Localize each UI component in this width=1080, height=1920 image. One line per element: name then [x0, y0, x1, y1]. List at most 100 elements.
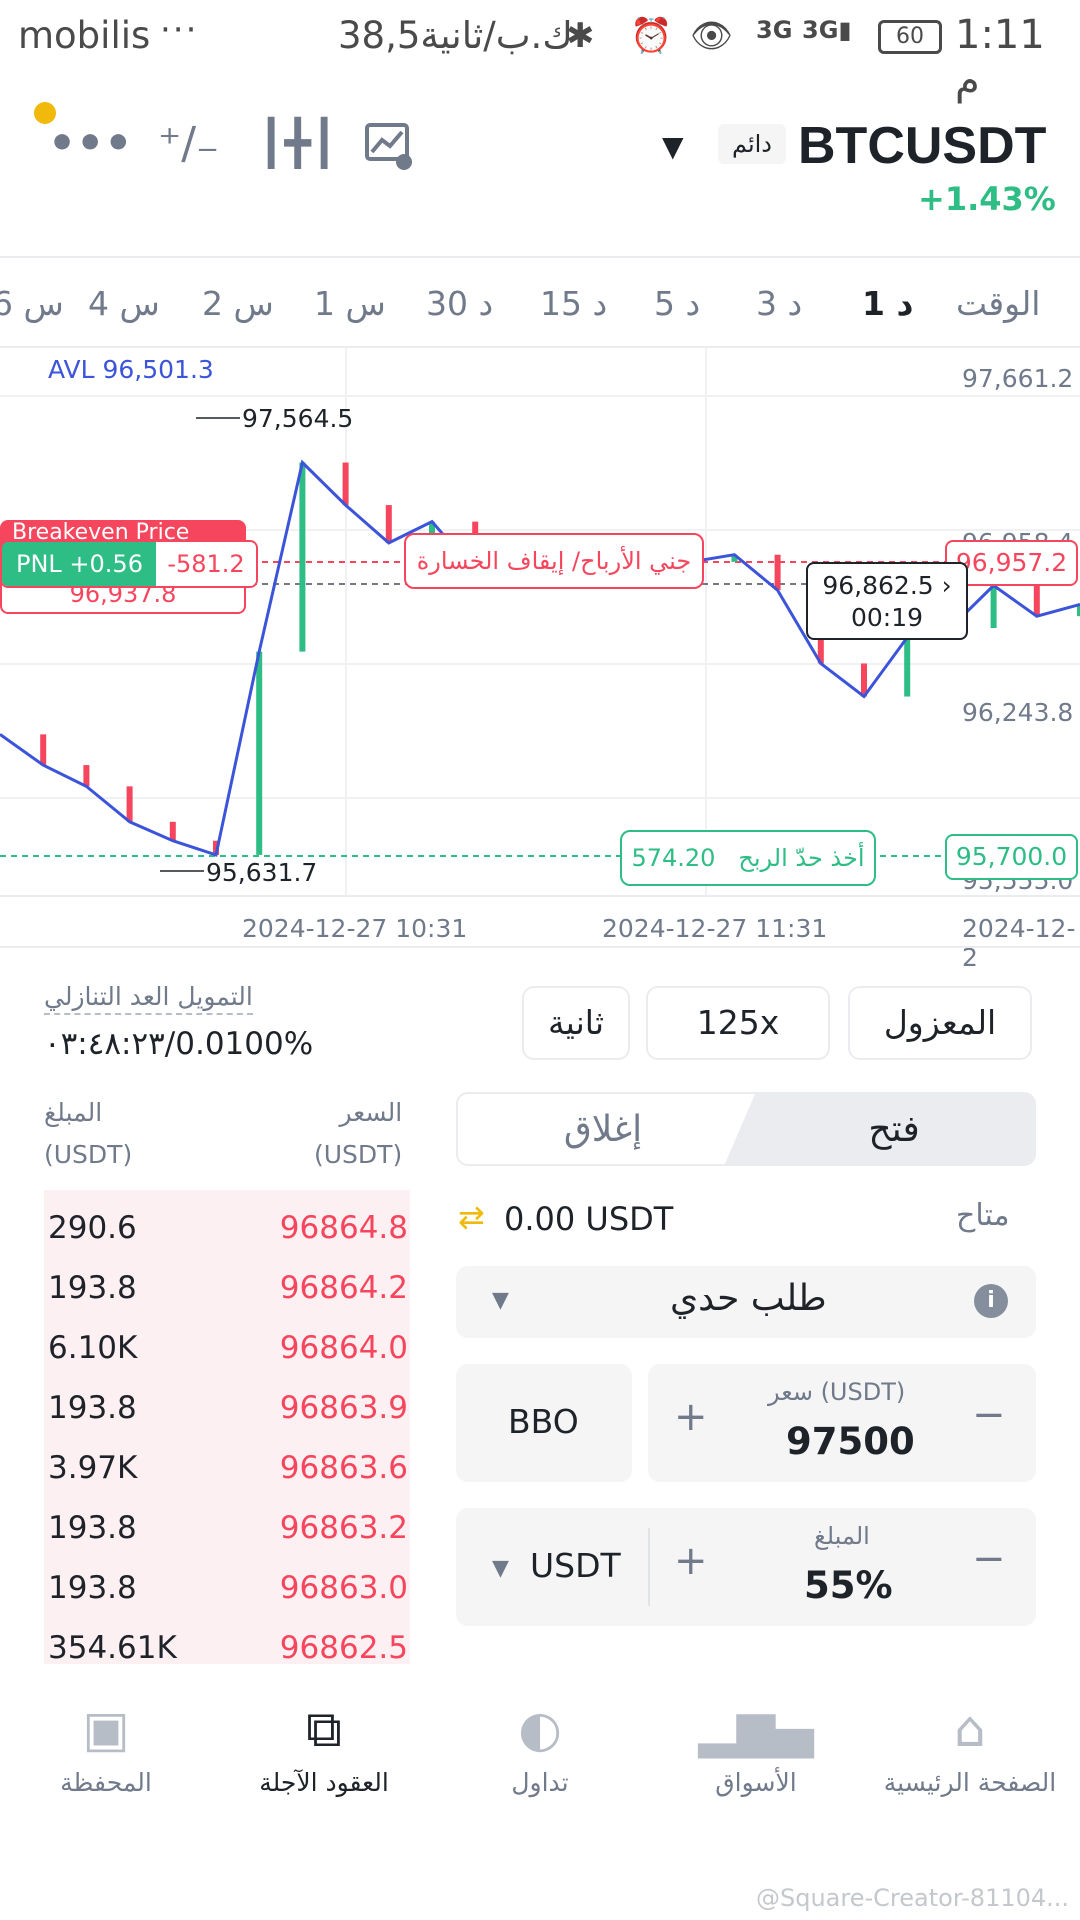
- nav-markets[interactable]: ▂▆▄ الأسواق: [656, 1700, 856, 1797]
- chevron-down-icon: ▼: [492, 1288, 509, 1313]
- tp-price-tag: 95,700.0: [945, 834, 1078, 880]
- ob-amount: 3.97K: [48, 1450, 138, 1486]
- bbo-button[interactable]: BBO: [456, 1364, 632, 1482]
- order-book-row[interactable]: 6.10K 96864.0: [48, 1320, 408, 1376]
- price-chart[interactable]: [0, 348, 1080, 948]
- candle: [169, 821, 176, 841]
- alarm-icon: ⏰: [630, 16, 673, 56]
- order-book-row[interactable]: 354.61K 96862.5: [48, 1620, 408, 1676]
- tab-3m[interactable]: 3 د: [756, 284, 802, 323]
- tab-1h[interactable]: 1 س: [314, 284, 386, 323]
- candle: [904, 637, 911, 697]
- order-book-row[interactable]: 290.6 96864.8: [48, 1200, 408, 1256]
- ob-amount: 193.8: [48, 1570, 137, 1606]
- candle: [990, 585, 997, 628]
- candlestick-icon[interactable]: ┃╋┃: [258, 118, 337, 170]
- take-profit-tag[interactable]: 574.20 أخذ حدّ الربح: [620, 830, 876, 886]
- tab-close[interactable]: إغلاق: [458, 1094, 748, 1164]
- tab-time[interactable]: الوقت: [956, 284, 1040, 323]
- signal-bars-icon: 3G▮: [802, 16, 852, 44]
- nav-home-label: الصفحة الرئيسية: [883, 1768, 1057, 1797]
- price-header: السعر (USDT): [314, 1092, 402, 1176]
- ob-price: 96863.6: [279, 1450, 408, 1486]
- wallet-icon: ▣: [82, 1700, 130, 1758]
- tab-4h[interactable]: 4 س: [88, 284, 160, 323]
- avl-label: AVL 96,501.3: [48, 355, 214, 384]
- current-price: 96,862.5: [822, 571, 934, 600]
- info-icon[interactable]: i: [974, 1284, 1008, 1318]
- home-icon: ⌂: [954, 1700, 986, 1758]
- amount-input-value: 55%: [804, 1564, 893, 1607]
- plus-icon[interactable]: +: [674, 1538, 708, 1584]
- ob-amount: 193.8: [48, 1510, 137, 1546]
- leverage-button[interactable]: 125x: [646, 986, 830, 1060]
- clock: 1:11 م: [955, 12, 1045, 104]
- plus-icon[interactable]: +: [674, 1394, 708, 1440]
- margin-mode-button[interactable]: المعزول: [848, 986, 1032, 1060]
- tp-label: أخذ حدّ الربح: [738, 844, 865, 872]
- amount-input-label: المبلغ: [814, 1522, 870, 1550]
- tpsl-button[interactable]: جني الأرباح/ إيقاف الخسارة: [404, 533, 704, 589]
- transfer-icon[interactable]: ⇄: [458, 1198, 485, 1236]
- tab-30m[interactable]: 30 د: [426, 284, 493, 323]
- order-type-select[interactable]: ▼ طلب حدي: [456, 1266, 1036, 1338]
- calculator-icon[interactable]: ⁺∕₋: [158, 118, 219, 170]
- tab-6h[interactable]: 6 س: [0, 284, 64, 323]
- tab-1m[interactable]: 1 د: [862, 284, 913, 323]
- order-book-row[interactable]: 3.97K 96863.6: [48, 1440, 408, 1496]
- ob-amount: 290.6: [48, 1210, 137, 1246]
- markets-icon: ▂▆▄: [698, 1700, 814, 1758]
- ob-price: 96863.2: [279, 1510, 408, 1546]
- available-balance: 0.00 USDT: [504, 1200, 674, 1238]
- chart-divider: [0, 946, 1080, 948]
- order-book-row[interactable]: 193.8 96863.0: [48, 1560, 408, 1616]
- nav-wallet-label: المحفظة: [60, 1768, 152, 1797]
- ob-price: 96863.9: [279, 1390, 408, 1426]
- order-book-row[interactable]: 193.8 96863.9: [48, 1380, 408, 1436]
- nav-futures-label: العقود الآجلة: [259, 1768, 389, 1797]
- axis-price-top: 97,661.2: [962, 364, 1074, 393]
- watermark: @Square-Creator-81104...: [756, 1884, 1070, 1912]
- order-book-row[interactable]: 193.8 96864.2: [48, 1260, 408, 1316]
- tab-2h[interactable]: 2 س: [202, 284, 274, 323]
- nav-trade[interactable]: ◐ تداول: [440, 1700, 640, 1797]
- price-change: +1.43%: [918, 180, 1056, 218]
- chart-settings-icon[interactable]: [364, 122, 414, 172]
- high-label: 97,564.5: [242, 404, 354, 433]
- unit-button[interactable]: ثانية: [522, 986, 630, 1060]
- minus-icon[interactable]: −: [972, 1392, 1006, 1438]
- nav-wallet[interactable]: ▣ المحفظة: [6, 1700, 206, 1797]
- candle-countdown: 00:19: [850, 603, 924, 632]
- unit-dropdown-icon[interactable]: ▼: [492, 1556, 509, 1581]
- axis-date-3: 2024-12-2: [962, 914, 1076, 972]
- nav-futures[interactable]: ⧉ العقود الآجلة: [224, 1700, 424, 1797]
- status-bar: mobilis ··· 38,5ك.ب/ثانية ✱ ⏰ 👁 3G 3G▮ 6…: [0, 0, 1080, 104]
- price-input[interactable]: + سعر (USDT) 97500 −: [648, 1364, 1036, 1482]
- tab-15m[interactable]: 15 د: [540, 284, 607, 323]
- symbol-title[interactable]: BTCUSDT: [798, 116, 1046, 176]
- minus-icon[interactable]: −: [972, 1536, 1006, 1582]
- carrier-name: mobilis: [18, 14, 151, 57]
- header-divider: [0, 256, 1080, 258]
- candle: [1033, 585, 1040, 617]
- pnl-badge[interactable]: PNL +0.56 -581.2: [0, 540, 258, 588]
- tab-5m[interactable]: 5 د: [654, 284, 700, 323]
- nav-home[interactable]: ⌂ الصفحة الرئيسية: [870, 1700, 1070, 1797]
- amount-input[interactable]: ▼ USDT + المبلغ 55% −: [456, 1508, 1036, 1626]
- ob-price: 96864.8: [279, 1210, 408, 1246]
- candle: [299, 462, 306, 652]
- tp-value: 574.20: [631, 844, 716, 872]
- ob-price: 96864.2: [279, 1270, 408, 1306]
- ob-amount: 6.10K: [48, 1330, 138, 1366]
- order-book-row[interactable]: 193.8 96863.2: [48, 1500, 408, 1556]
- pnl-value: PNL +0.56: [2, 542, 156, 586]
- amount-unit[interactable]: USDT: [530, 1546, 621, 1585]
- candle: [83, 765, 90, 787]
- symbol-dropdown-icon[interactable]: ▼: [662, 130, 684, 163]
- ob-price: 96863.0: [279, 1570, 408, 1606]
- ob-amount: 354.61K: [48, 1630, 177, 1666]
- more-menu-icon[interactable]: •••: [48, 118, 132, 170]
- funding-label[interactable]: التمويل العد التنازلي: [44, 982, 253, 1015]
- current-price-tag[interactable]: 96,862.5 › 00:19: [806, 562, 968, 640]
- tab-open[interactable]: فتح: [724, 1094, 1034, 1164]
